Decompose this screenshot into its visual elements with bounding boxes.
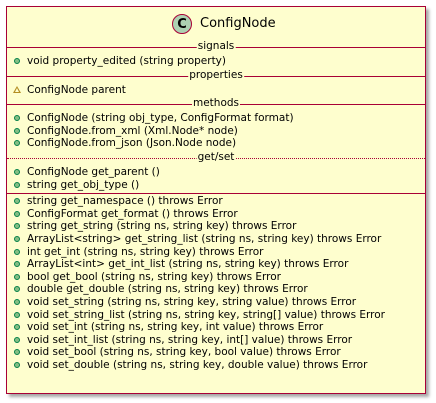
member-signature: ConfigNode.from_xml (Xml.Node* node) [27,124,238,137]
public-visibility-icon [14,286,20,293]
member-row: int get_int (string ns, string key) thro… [7,246,425,259]
member-row: void property_edited (string property) [7,55,425,68]
member-row: ConfigNode.from_json (Json.Node node) [7,137,425,150]
public-visibility-icon [14,210,20,217]
public-visibility-icon [14,336,20,343]
member-signature: ArrayList<int> get_int_list (string ns, … [27,258,349,271]
member-row: bool get_bool (string ns, string key) th… [7,271,425,284]
public-visibility-icon [14,311,20,318]
public-visibility-icon [14,361,20,368]
member-signature: ConfigNode (string obj_type, ConfigForma… [27,112,294,125]
other-members: string get_namespace () throws Error Conf… [7,194,425,373]
member-signature: ArrayList<string> get_string_list (strin… [27,232,382,245]
member-signature: void set_string (string ns, string key, … [27,295,357,308]
member-row: void set_string (string ns, string key, … [7,296,425,309]
public-visibility-icon [14,248,20,255]
public-visibility-icon [14,273,20,280]
member-signature: string get_string (string ns, string key… [27,220,297,233]
member-signature: bool get_bool (string ns, string key) th… [27,270,281,283]
member-row: void set_int (string ns, string key, int… [7,321,425,334]
member-row: ConfigNode parent [7,84,425,97]
member-row: void set_double (string ns, string key, … [7,359,425,372]
section-getset-header: get/set [7,150,425,165]
member-signature: int get_int (string ns, string key) thro… [27,245,264,258]
member-signature: void set_bool (string ns, string key, bo… [27,346,341,359]
member-row: void set_bool (string ns, string key, bo… [7,346,425,359]
member-signature: ConfigNode.from_json (Json.Node node) [27,137,237,150]
public-visibility-icon [14,58,20,64]
section-methods-header: methods [7,97,425,111]
member-row: ConfigNode (string obj_type, ConfigForma… [7,112,425,125]
public-visibility-icon [14,168,20,175]
public-visibility-icon [14,198,20,205]
getset-members: ConfigNode get_parent () string get_obj_t… [7,165,425,193]
class-header: C ConfigNode [7,7,425,41]
member-signature: void set_string_list (string ns, string … [27,308,385,321]
member-signature: ConfigNode get_parent () [27,165,160,178]
member-signature: void set_double (string ns, string key, … [27,358,368,371]
public-visibility-icon [14,181,20,188]
member-row: ArrayList<int> get_int_list (string ns, … [7,258,425,271]
member-signature: string get_namespace () throws Error [27,195,223,208]
member-row: string get_obj_type () [7,179,425,192]
section-label: methods [191,97,241,111]
properties-members: ConfigNode parent [7,83,425,99]
public-visibility-icon [14,324,20,331]
member-row: ArrayList<string> get_string_list (strin… [7,233,425,246]
section-signals-header: signals [7,40,425,54]
protected-visibility-icon [13,85,21,93]
public-visibility-icon [14,349,20,356]
section-label: properties [188,68,244,82]
member-signature: void property_edited (string property) [27,55,226,67]
member-signature: void set_int (string ns, string key, int… [27,321,324,334]
section-label: signals [196,40,236,53]
methods-members: ConfigNode (string obj_type, ConfigForma… [7,111,425,152]
member-signature: ConfigFormat get_format () throws Error [27,207,238,220]
member-row: ConfigFormat get_format () throws Error [7,208,425,221]
public-visibility-icon [14,298,20,305]
member-row: void set_string_list (string ns, string … [7,309,425,322]
member-row: string get_namespace () throws Error [7,195,425,208]
public-visibility-icon [14,115,20,122]
section-properties-header: properties [7,68,425,83]
member-row: double get_double (string ns, string key… [7,283,425,296]
signals-members: void property_edited (string property) [7,54,425,70]
public-visibility-icon [14,140,20,147]
public-visibility-icon [14,127,20,134]
member-row: ConfigNode.from_xml (Xml.Node* node) [7,125,425,138]
section-label: get/set [196,150,236,164]
member-row: void set_int_list (string ns, string key… [7,334,425,347]
public-visibility-icon [14,223,20,230]
member-row: string get_string (string ns, string key… [7,220,425,233]
member-row: ConfigNode get_parent () [7,166,425,179]
class-box-confignode: C ConfigNode signals void property_edite… [6,6,426,394]
member-signature: void set_int_list (string ns, string key… [27,333,353,346]
member-signature: ConfigNode parent [27,83,126,96]
class-icon: C [172,14,192,34]
member-signature: string get_obj_type () [27,178,140,191]
public-visibility-icon [14,235,20,242]
member-signature: double get_double (string ns, string key… [27,283,308,296]
class-name: ConfigNode [200,16,276,31]
public-visibility-icon [14,261,20,268]
